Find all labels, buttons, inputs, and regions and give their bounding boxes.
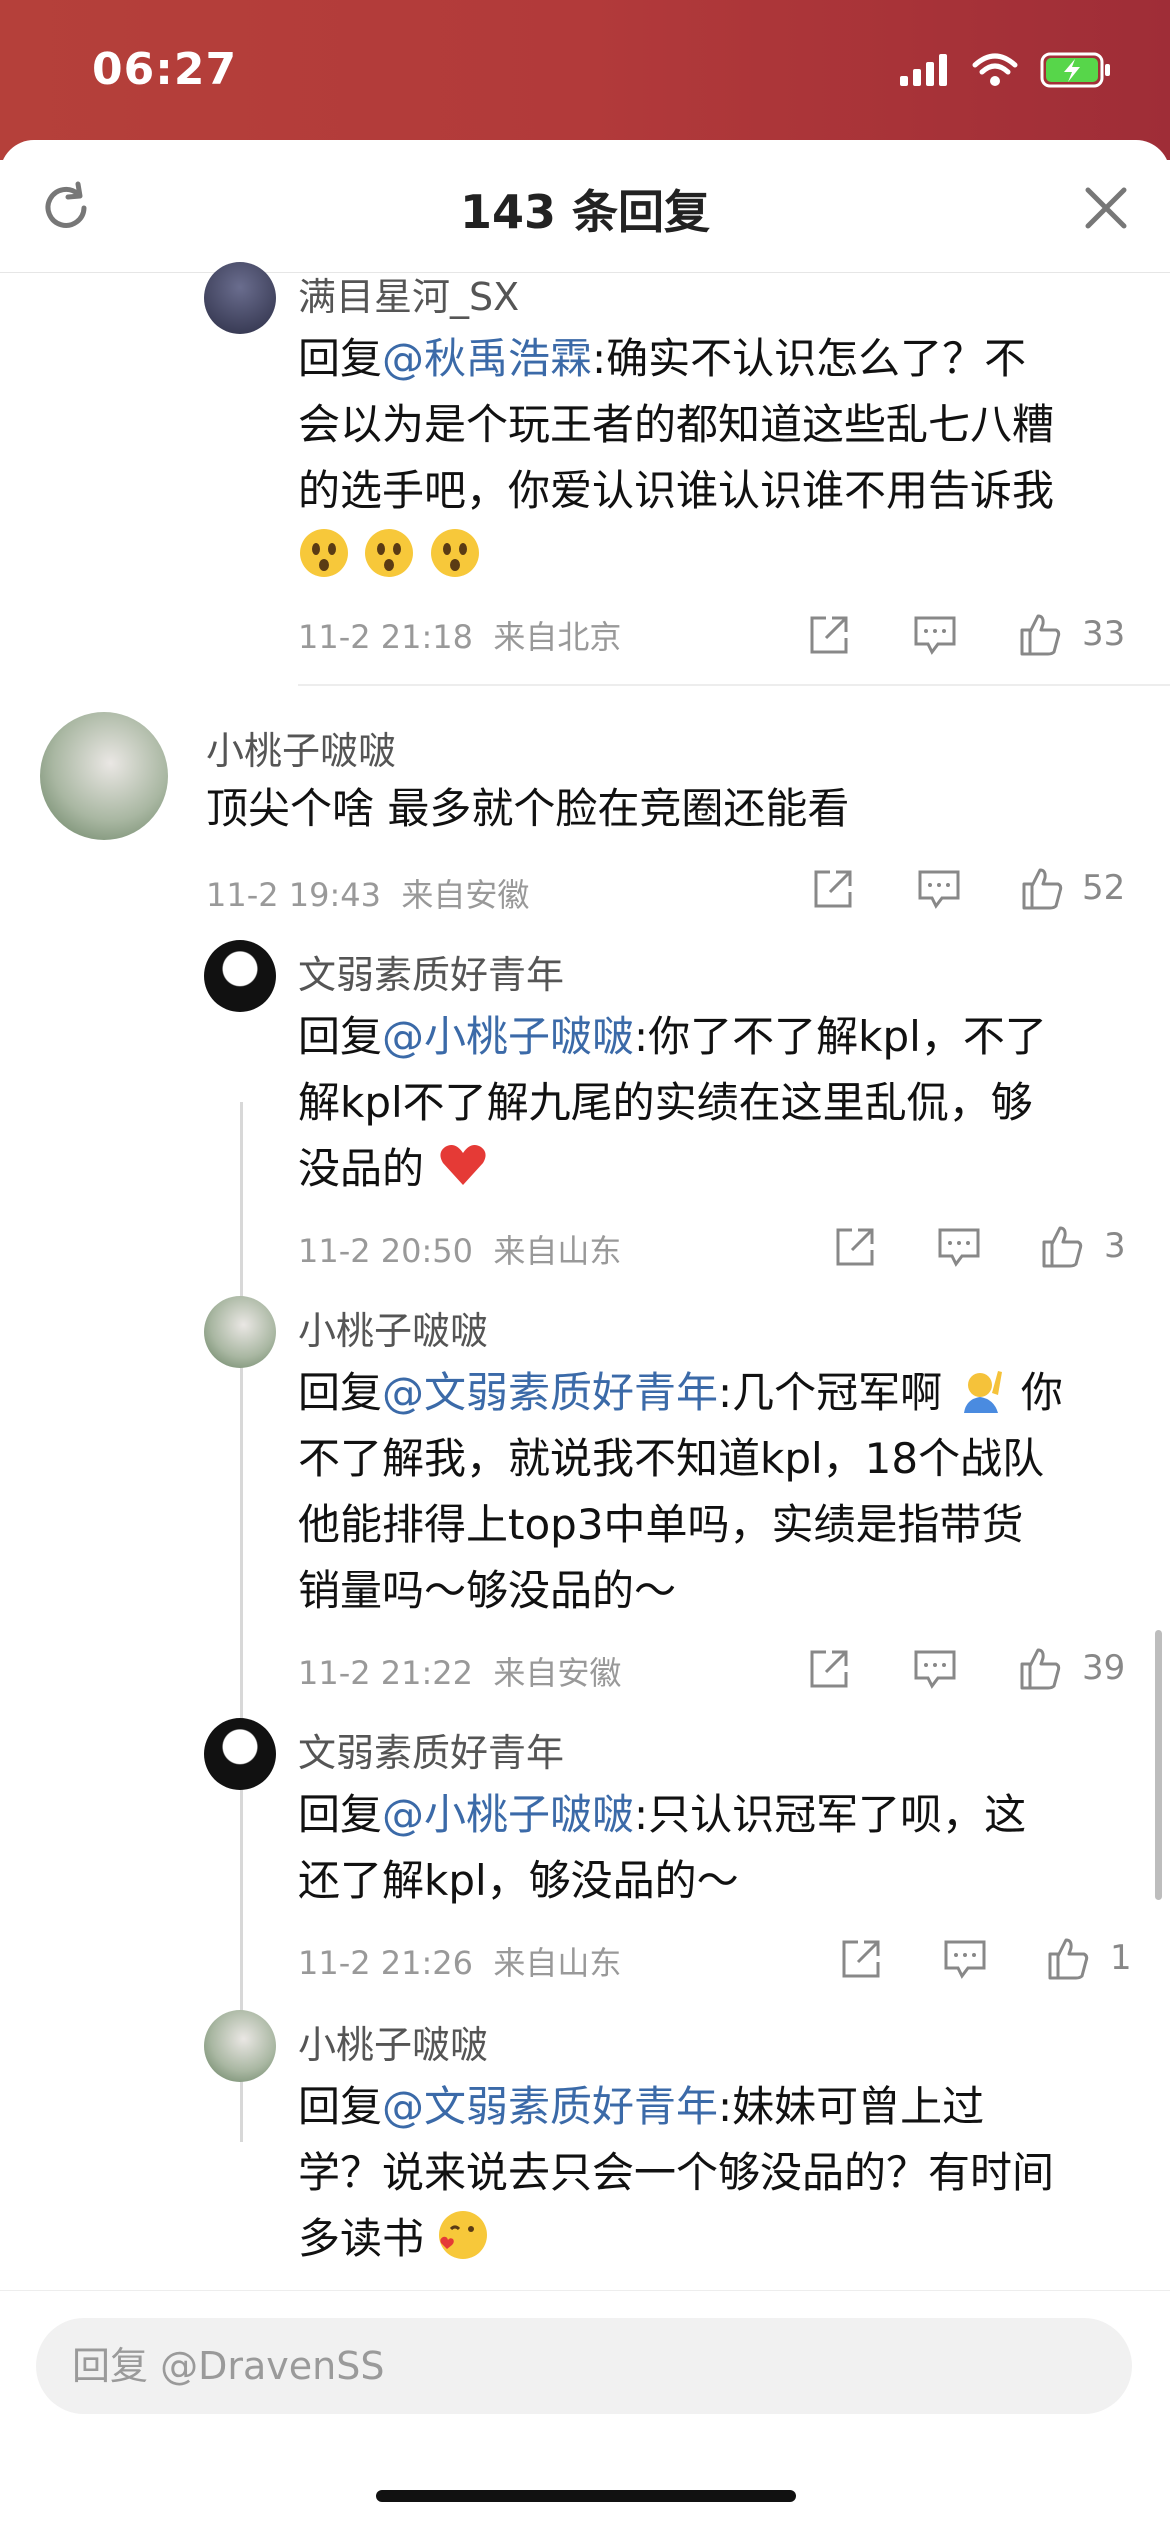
comment-meta: 11-2 19:43 来自安徽 (206, 870, 529, 916)
share-icon[interactable] (810, 866, 856, 912)
battery-charging-icon (1040, 52, 1110, 88)
like-count: 33 (1082, 614, 1126, 654)
reply-prefix: 回复 (298, 1012, 383, 1061)
comment-location: 来自安徽 (401, 876, 530, 914)
comment-username[interactable]: 小桃子啵啵 (206, 720, 396, 775)
comment-time: 11-2 20:50 (298, 1232, 474, 1270)
wifi-icon (972, 53, 1018, 86)
comment-location: 来自山东 (493, 1232, 622, 1270)
reply-prefix: 回复 (298, 1790, 383, 1839)
like-icon[interactable] (1018, 864, 1066, 912)
reply-input[interactable]: 回复 @DravenSS (36, 2318, 1132, 2414)
scrollbar[interactable] (1155, 1630, 1162, 1900)
comment-text: 回复@文弱素质好青年:妹妹可曾上过 学？说来说去只会一个够没品的？有时间 多读书 (298, 2082, 1055, 2263)
comment-time: 11-2 21:26 (298, 1944, 474, 1982)
like-count: 52 (1082, 868, 1126, 908)
mention-link[interactable]: @文弱素质好青年 (382, 2082, 718, 2131)
mention-link[interactable]: @文弱素质好青年 (382, 1368, 718, 1417)
share-icon[interactable] (806, 1646, 852, 1692)
avatar[interactable] (204, 1296, 276, 1368)
like-count: 1 (1110, 1938, 1132, 1978)
comment-text: 回复@秋禹浩霖:确实不认识怎么了？不 会以为是个玩王者的都知道这些乱七八糟 的选… (298, 326, 1138, 590)
astonished-face-icon (300, 529, 348, 577)
astonished-face-icon (365, 529, 414, 577)
comment-time: 11-2 19:43 (206, 876, 382, 914)
like-icon[interactable] (1016, 610, 1064, 658)
cellular-signal-icon (900, 54, 947, 86)
reply-prefix: 回复 (298, 334, 383, 383)
comment-username[interactable]: 小桃子啵啵 (298, 1300, 488, 1355)
person-raising-hand-icon (963, 1371, 1002, 1413)
like-count: 3 (1104, 1226, 1126, 1266)
comment-meta: 11-2 21:26 来自山东 (298, 1938, 621, 1984)
close-icon[interactable] (1082, 184, 1130, 232)
comment-username[interactable]: 文弱素质好青年 (298, 944, 564, 999)
comment-location: 来自安徽 (493, 1654, 622, 1692)
comment-text: 回复@小桃子啵啵:你了不了解kpl，不了 解kpl不了解九尾的实绩在这里乱侃，够… (298, 1012, 1047, 1193)
astonished-face-icon (430, 529, 479, 577)
comment-time: 11-2 21:22 (298, 1654, 474, 1692)
share-icon[interactable] (832, 1224, 878, 1270)
comment-text: 回复@小桃子啵啵:只认识冠军了呗，这 还了解kpl，够没品的～ (298, 1790, 1027, 1905)
comment-meta: 11-2 21:18 来自北京 (298, 612, 621, 658)
mention-link[interactable]: @小桃子啵啵 (382, 1012, 634, 1061)
avatar[interactable] (204, 2010, 276, 2082)
comment-text: 顶尖个啥 最多就个脸在竞圈还能看 (206, 784, 850, 833)
like-icon[interactable] (1016, 1644, 1064, 1692)
comment-time: 11-2 21:18 (298, 618, 474, 656)
like-icon[interactable] (1038, 1222, 1086, 1270)
comment-icon[interactable] (942, 1938, 988, 1980)
face-blowing-kiss-icon (439, 2211, 488, 2259)
page-title: 143 条回复 (459, 185, 711, 239)
reply-prefix: 回复 (298, 1368, 383, 1417)
comment-icon[interactable] (936, 1226, 982, 1268)
sheet-header: 143 条回复 (0, 140, 1170, 273)
status-icons (900, 52, 1112, 88)
status-bar: 06:27 (0, 0, 1170, 160)
thread-line (240, 1102, 243, 2142)
comment-location: 来自北京 (493, 618, 622, 656)
comment-username[interactable]: 满目星河_SX (298, 266, 519, 321)
comment-location: 来自山东 (493, 1944, 622, 1982)
avatar[interactable] (204, 940, 276, 1012)
share-icon[interactable] (806, 612, 852, 658)
status-time: 06:27 (92, 44, 238, 95)
reply-prefix: 回复 (298, 2082, 383, 2131)
comment-icon[interactable] (912, 1648, 958, 1690)
comment-icon[interactable] (912, 614, 958, 656)
comment-icon[interactable] (916, 868, 962, 910)
red-heart-icon (440, 1145, 486, 1185)
avatar[interactable] (204, 1718, 276, 1790)
mention-link[interactable]: @小桃子啵啵 (382, 1790, 634, 1839)
mention-link[interactable]: @秋禹浩霖 (382, 334, 592, 383)
avatar[interactable] (204, 262, 276, 334)
comment-username[interactable]: 小桃子啵啵 (298, 2014, 488, 2069)
avatar[interactable] (40, 712, 168, 840)
comment-username[interactable]: 文弱素质好青年 (298, 1722, 564, 1777)
comment-meta: 11-2 20:50 来自山东 (298, 1226, 621, 1272)
share-icon[interactable] (838, 1936, 884, 1982)
divider (298, 684, 1170, 686)
like-count: 39 (1082, 1648, 1126, 1688)
home-indicator[interactable] (376, 2490, 796, 2502)
comment-meta: 11-2 21:22 来自安徽 (298, 1648, 621, 1694)
like-icon[interactable] (1044, 1934, 1092, 1982)
comment-text: 回复@文弱素质好青年:几个冠军啊 你 不了解我，就说我不知道kpl，18个战队 … (298, 1360, 1138, 1624)
